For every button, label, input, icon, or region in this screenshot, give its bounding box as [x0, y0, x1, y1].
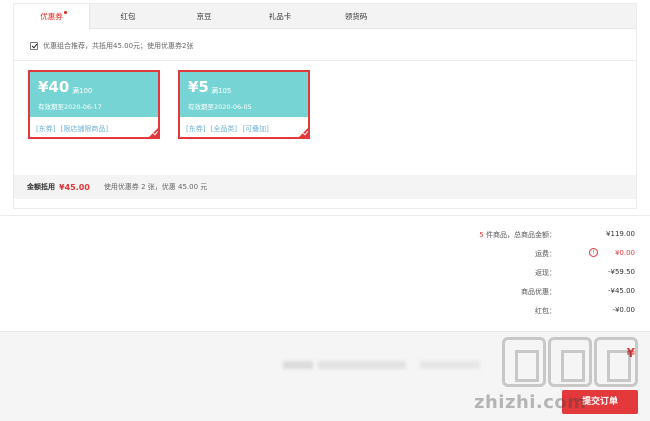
shipping-row: 运费： ! ¥0.00: [0, 245, 650, 263]
coupon-validity: 有效期至2020-06-05: [188, 103, 252, 111]
tab-label: 领货码: [344, 12, 368, 21]
divider: [14, 60, 636, 61]
combo-recommend-text: 优惠组合推荐，共抵用45.00元；使用优惠券2张: [43, 42, 194, 50]
coupon-card[interactable]: ¥40 满100 有效期至2020-06-17 [东券] [限店铺限商品]: [28, 70, 160, 139]
tab-coupons[interactable]: 优惠券: [14, 4, 90, 30]
watermark-glyph: [502, 337, 546, 387]
tab-label: 优惠券: [40, 12, 63, 21]
combo-recommend[interactable]: 优惠组合推荐，共抵用45.00元；使用优惠券2张: [30, 40, 194, 52]
summary-description: 使用优惠券 2 张，优惠 45.00 元: [103, 183, 208, 191]
discount-value: -¥45.00: [607, 287, 635, 295]
coupon-condition: 满105: [211, 87, 232, 95]
coupon-tag: [全品类]: [210, 125, 238, 133]
coupon-tag: [可叠加]: [242, 125, 269, 133]
redpacket-value: -¥0.00: [612, 306, 635, 314]
tab-label: 红包: [120, 12, 136, 21]
coupon-tags: [东券] [限店铺限商品]: [36, 124, 111, 134]
tab-jd-beans[interactable]: 京豆: [166, 4, 242, 29]
blurred-address: [420, 361, 480, 369]
blurred-address: [318, 361, 406, 369]
goods-total-label: 5 件商品，总商品金额：: [479, 230, 556, 240]
tab-label: 京豆: [196, 12, 212, 21]
coupon-card[interactable]: ¥5 满105 有效期至2020-06-05 [东券] [全品类] [可叠加]: [178, 70, 310, 139]
tab-gift-card[interactable]: 礼品卡: [242, 4, 318, 29]
item-count: 5: [479, 231, 484, 239]
item-count-suffix: 件商品，总商品金额：: [486, 231, 556, 239]
coupon-face: ¥5 满105 有效期至2020-06-05: [180, 72, 308, 117]
blurred-address: [283, 361, 313, 369]
watermark-glyph: [548, 337, 592, 387]
cashback-value: -¥59.50: [607, 268, 635, 276]
coupon-condition: 满100: [72, 87, 93, 95]
section-divider: [0, 215, 650, 216]
coupon-validity: 有效期至2020-06-17: [38, 103, 102, 111]
coupon-face: ¥40 满100 有效期至2020-06-17: [30, 72, 158, 117]
info-icon[interactable]: !: [589, 248, 598, 257]
goods-total-row: 5 件商品，总商品金额： ¥119.00: [0, 226, 650, 244]
watermark-glyph: [594, 337, 638, 387]
summary-amount: ¥45.00: [59, 182, 90, 192]
watermark-logo: [502, 337, 642, 393]
coupon-tag: [东券]: [36, 125, 56, 133]
redpacket-row: 红包： -¥0.00: [0, 302, 650, 320]
discount-summary: 金额抵用 ¥45.00 使用优惠券 2 张，优惠 45.00 元: [14, 175, 636, 199]
shipping-label: 运费：: [535, 250, 556, 258]
coupon-tag: [东券]: [186, 125, 206, 133]
goods-total-value: ¥119.00: [606, 230, 635, 238]
discount-label: 商品优惠：: [521, 288, 556, 296]
cashback-row: 返现： -¥59.50: [0, 264, 650, 282]
discount-tabs: 优惠券 红包 京豆 礼品卡 领货码: [14, 4, 636, 30]
coupon-tag: [限店铺限商品]: [60, 125, 109, 133]
tab-red-packet[interactable]: 红包: [90, 4, 166, 29]
cashback-label: 返现：: [535, 269, 556, 277]
tab-redeem-code[interactable]: 领货码: [318, 4, 394, 29]
shipping-value: ¥0.00: [614, 249, 635, 257]
combo-checkbox[interactable]: [30, 42, 38, 50]
redpacket-label: 红包：: [535, 307, 556, 315]
tab-label: 礼品卡: [268, 12, 292, 21]
discount-row: 商品优惠： -¥45.00: [0, 283, 650, 301]
summary-label: 金额抵用: [27, 183, 55, 191]
watermark-text: zhizhi.com: [474, 392, 587, 413]
coupon-amount: ¥40: [38, 78, 70, 96]
coupon-tags: [东券] [全品类] [可叠加]: [186, 124, 272, 134]
coupon-amount: ¥5: [188, 78, 209, 96]
new-dot-icon: [64, 11, 67, 14]
coupon-panel: 优惠券 红包 京豆 礼品卡 领货码 优惠组合推荐，共抵用45.00元；使用优惠券…: [13, 3, 637, 209]
